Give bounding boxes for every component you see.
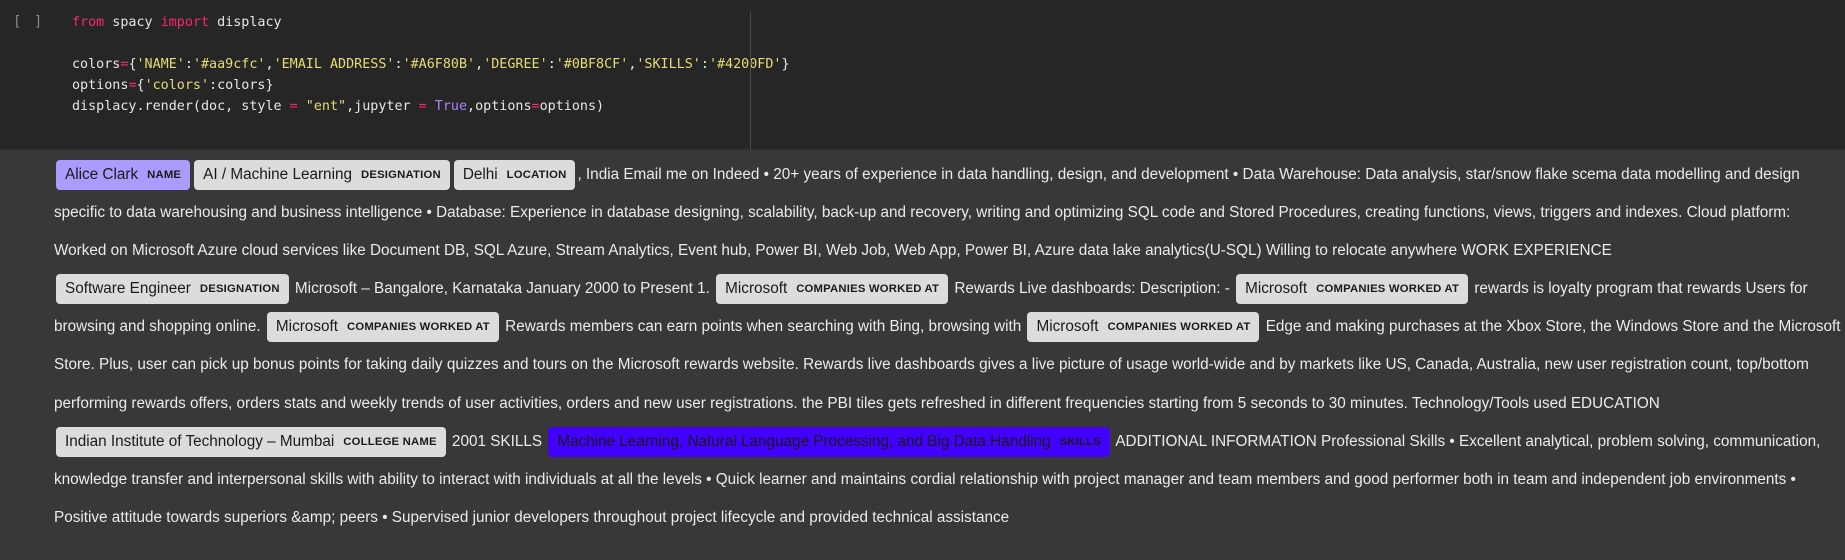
entity-label: COMPANIES WORKED AT <box>346 321 490 334</box>
code-token: 'DEGREE' <box>483 57 548 72</box>
entity-location: Delhi LOCATION <box>453 160 576 190</box>
entity-text: Microsoft <box>275 318 338 336</box>
code-token: = <box>128 78 137 93</box>
code-editor[interactable]: from spacy import displacy colors={'NAME… <box>72 12 790 117</box>
code-token: : <box>700 57 709 72</box>
entity-label: COMPANIES WORKED AT <box>1316 283 1460 296</box>
entity-text: Software Engineer <box>65 280 191 298</box>
entity-text: Microsoft <box>1036 318 1099 336</box>
code-token: '#4200FD' <box>708 57 782 72</box>
code-token: , <box>265 57 274 72</box>
code-token: import <box>160 15 210 30</box>
code-token: True <box>434 99 468 114</box>
code-token: ,options <box>467 99 532 114</box>
code-token: 'colors' <box>144 78 210 93</box>
entity-label: SKILLS <box>1059 435 1101 448</box>
output-text: Microsoft – Bangalore, Karnataka January… <box>290 280 715 298</box>
entity-label: NAME <box>147 169 182 181</box>
entity-text: Microsoft <box>1245 280 1308 298</box>
code-token: colors <box>72 57 121 72</box>
code-cell[interactable]: [ ] from spacy import displacy colors={'… <box>0 0 1845 150</box>
code-token: { <box>128 57 137 72</box>
entity-text: Delhi <box>462 166 498 183</box>
entity-label: COMPANIES WORKED AT <box>1107 321 1251 334</box>
code-token: options <box>72 78 129 93</box>
entity-text: Alice Clark <box>65 166 139 183</box>
entity-company: Microsoft COMPANIES WORKED AT <box>1236 274 1469 305</box>
output-text: 2001 SKILLS <box>447 432 547 450</box>
code-token: displacy <box>209 15 282 30</box>
entity-label: LOCATION <box>506 169 567 181</box>
code-token: : <box>184 57 193 72</box>
code-token: spacy <box>104 15 161 30</box>
code-token: 'SKILLS' <box>636 57 701 72</box>
entity-company: Microsoft COMPANIES WORKED AT <box>266 312 499 343</box>
entity-text: AI / Machine Learning <box>203 166 352 183</box>
code-token: , <box>475 57 484 72</box>
entity-company: Microsoft COMPANIES WORKED AT <box>1027 312 1260 343</box>
code-token: 'EMAIL ADDRESS' <box>273 57 395 72</box>
code-token: } <box>781 57 790 72</box>
entity-designation: AI / Machine Learning DESIGNATION <box>194 160 450 190</box>
output-text: Rewards members can earn points when sea… <box>500 318 1026 336</box>
code-token: '#aa9cfc' <box>192 57 266 72</box>
code-token: { <box>136 78 145 93</box>
entity-text: Machine Learning, Natural Language Proce… <box>557 432 1051 450</box>
code-token: "ent" <box>305 99 347 114</box>
code-token: '#A6F80B' <box>402 57 476 72</box>
entity-label: DESIGNATION <box>360 169 441 181</box>
code-token: 'NAME' <box>136 57 185 72</box>
entity-company: Microsoft COMPANIES WORKED AT <box>716 274 949 305</box>
code-token: = <box>531 99 540 114</box>
cell-prompt[interactable]: [ ] <box>13 14 44 30</box>
code-token: displacy.render(doc, style <box>72 99 290 114</box>
entity-label: DESIGNATION <box>199 283 280 296</box>
code-token: ,jupyter <box>346 99 419 114</box>
entity-label: COLLEGE NAME <box>343 435 437 448</box>
entity-designation: Software Engineer DESIGNATION <box>56 274 289 305</box>
code-token: '#0BF8CF' <box>555 57 629 72</box>
code-token: options) <box>539 99 605 114</box>
ruler-line <box>750 12 751 149</box>
entity-college: Indian Institute of Technology – Mumbai C… <box>56 426 446 457</box>
entity-text: Indian Institute of Technology – Mumbai <box>65 432 335 450</box>
code-token: : <box>547 57 556 72</box>
code-token: from <box>72 15 105 30</box>
output-text: Rewards Live dashboards: Description: - <box>950 280 1235 298</box>
displacy-output: Alice Clark NAME AI / Machine Learning DESI… <box>54 156 1845 556</box>
code-token: = <box>289 99 298 114</box>
code-token: :colors} <box>209 78 274 93</box>
entity-label: COMPANIES WORKED AT <box>796 283 940 296</box>
code-token: : <box>394 57 403 72</box>
entity-name: Alice Clark NAME <box>56 160 191 190</box>
code-token: = <box>418 99 427 114</box>
entity-skills: Machine Learning, Natural Language Proce… <box>548 426 1110 457</box>
entity-text: Microsoft <box>725 280 788 298</box>
